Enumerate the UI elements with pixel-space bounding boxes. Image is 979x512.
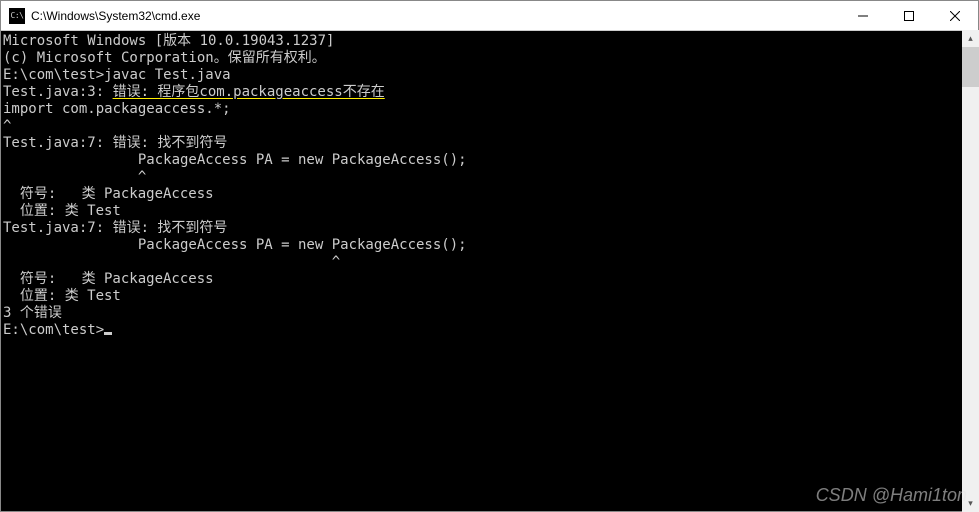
window-controls: [840, 1, 978, 30]
close-button[interactable]: [932, 1, 978, 30]
console-area[interactable]: Microsoft Windows [版本 10.0.19043.1237] (…: [1, 31, 978, 511]
cmd-window: C:\ C:\Windows\System32\cmd.exe Microsof…: [0, 0, 979, 512]
error-prefix: Test.java:3:: [3, 84, 113, 100]
cmd-icon: C:\: [9, 8, 25, 24]
scroll-up-arrow-icon[interactable]: ▴: [962, 30, 979, 47]
console-line: E:\com\test>javac Test.java: [3, 67, 976, 84]
console-line: 符号: 类 PackageAccess: [3, 186, 976, 203]
console-line: import com.packageaccess.*;: [3, 101, 976, 118]
window-title: C:\Windows\System32\cmd.exe: [31, 9, 840, 23]
console-line: ^: [3, 254, 976, 271]
console-line: ^: [3, 118, 976, 135]
console-line: Microsoft Windows [版本 10.0.19043.1237]: [3, 33, 976, 50]
prompt: E:\com\test>: [3, 67, 104, 83]
console-line: PackageAccess PA = new PackageAccess();: [3, 152, 976, 169]
console-line: E:\com\test>: [3, 322, 976, 339]
console-line: 3 个错误: [3, 305, 976, 322]
console-line: 位置: 类 Test: [3, 288, 976, 305]
maximize-button[interactable]: [886, 1, 932, 30]
console-line: ^: [3, 169, 976, 186]
console-line: Test.java:3: 错误: 程序包com.packageaccess不存在: [3, 84, 976, 101]
prompt: E:\com\test>: [3, 322, 104, 338]
console-line: PackageAccess PA = new PackageAccess();: [3, 237, 976, 254]
console-line: (c) Microsoft Corporation。保留所有权利。: [3, 50, 976, 67]
console-line: Test.java:7: 错误: 找不到符号: [3, 220, 976, 237]
vertical-scrollbar[interactable]: ▴ ▾: [962, 30, 979, 512]
console-line: Test.java:7: 错误: 找不到符号: [3, 135, 976, 152]
console-line: 位置: 类 Test: [3, 203, 976, 220]
cursor: [104, 332, 112, 335]
command: javac Test.java: [104, 67, 230, 83]
scroll-down-arrow-icon[interactable]: ▾: [962, 495, 979, 512]
minimize-button[interactable]: [840, 1, 886, 30]
titlebar[interactable]: C:\ C:\Windows\System32\cmd.exe: [1, 1, 978, 31]
scroll-thumb[interactable]: [962, 47, 979, 87]
console-line: 符号: 类 PackageAccess: [3, 271, 976, 288]
error-highlight: 错误: 程序包com.packageaccess不存在: [113, 84, 385, 100]
